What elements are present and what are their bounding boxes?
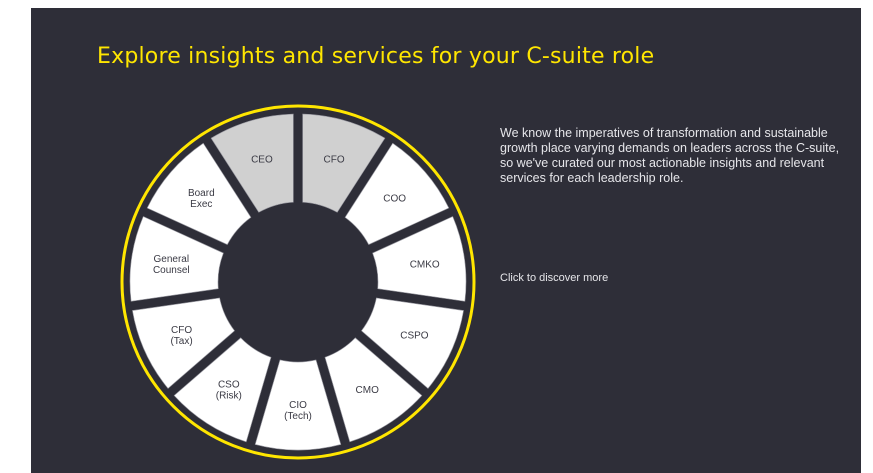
role-segment-label-line: CMO [356, 385, 380, 396]
c-suite-role-wheel: CFOCOOCMKOCSPOCMOCIO (Tech)CSO (Risk)CFO (T… [120, 104, 476, 460]
role-segment-label-line: CFO [324, 155, 345, 166]
role-segment-label: CMKO [410, 259, 440, 270]
role-segment-label-line: (Tech) [284, 411, 312, 422]
role-segment-label-line: General [154, 254, 190, 265]
role-segment-label-line: CIO [289, 400, 307, 411]
role-segment-label-line: (Risk) [216, 391, 242, 402]
role-segment-cio-tech[interactable]: CIO (Tech) [254, 359, 342, 451]
role-segment-label-line: (Tax) [170, 336, 192, 347]
role-segment-label-line: CSPO [400, 331, 429, 342]
role-segment-label: CSO (Risk) [216, 380, 242, 402]
role-segment-label-line: Exec [190, 199, 212, 210]
role-segment-label: CMO [356, 385, 380, 396]
role-segment-label: General Counsel [153, 254, 190, 276]
role-segment-label: CEO [251, 155, 273, 166]
role-segment-label-line: CFO [171, 325, 192, 336]
role-segment-label: CSPO [400, 331, 429, 342]
role-segment-label-line: Board [188, 188, 215, 199]
role-segment-label: Board Exec [188, 188, 215, 210]
role-segment-label-line: CSO [218, 380, 240, 391]
role-segment-label: CFO (Tax) [170, 325, 192, 347]
role-segment-label-line: Counsel [153, 265, 190, 276]
page-title: Explore insights and services for your C… [97, 44, 655, 69]
role-segment-label: COO [383, 194, 406, 205]
role-segment-label-line: CMKO [410, 259, 440, 270]
description-text: We know the imperatives of transformatio… [500, 126, 840, 185]
discover-more-link[interactable]: Click to discover more [500, 272, 608, 284]
role-segment-label: CFO [324, 155, 345, 166]
role-segment-label-line: CEO [251, 155, 273, 166]
role-segment-label-line: COO [383, 194, 406, 205]
